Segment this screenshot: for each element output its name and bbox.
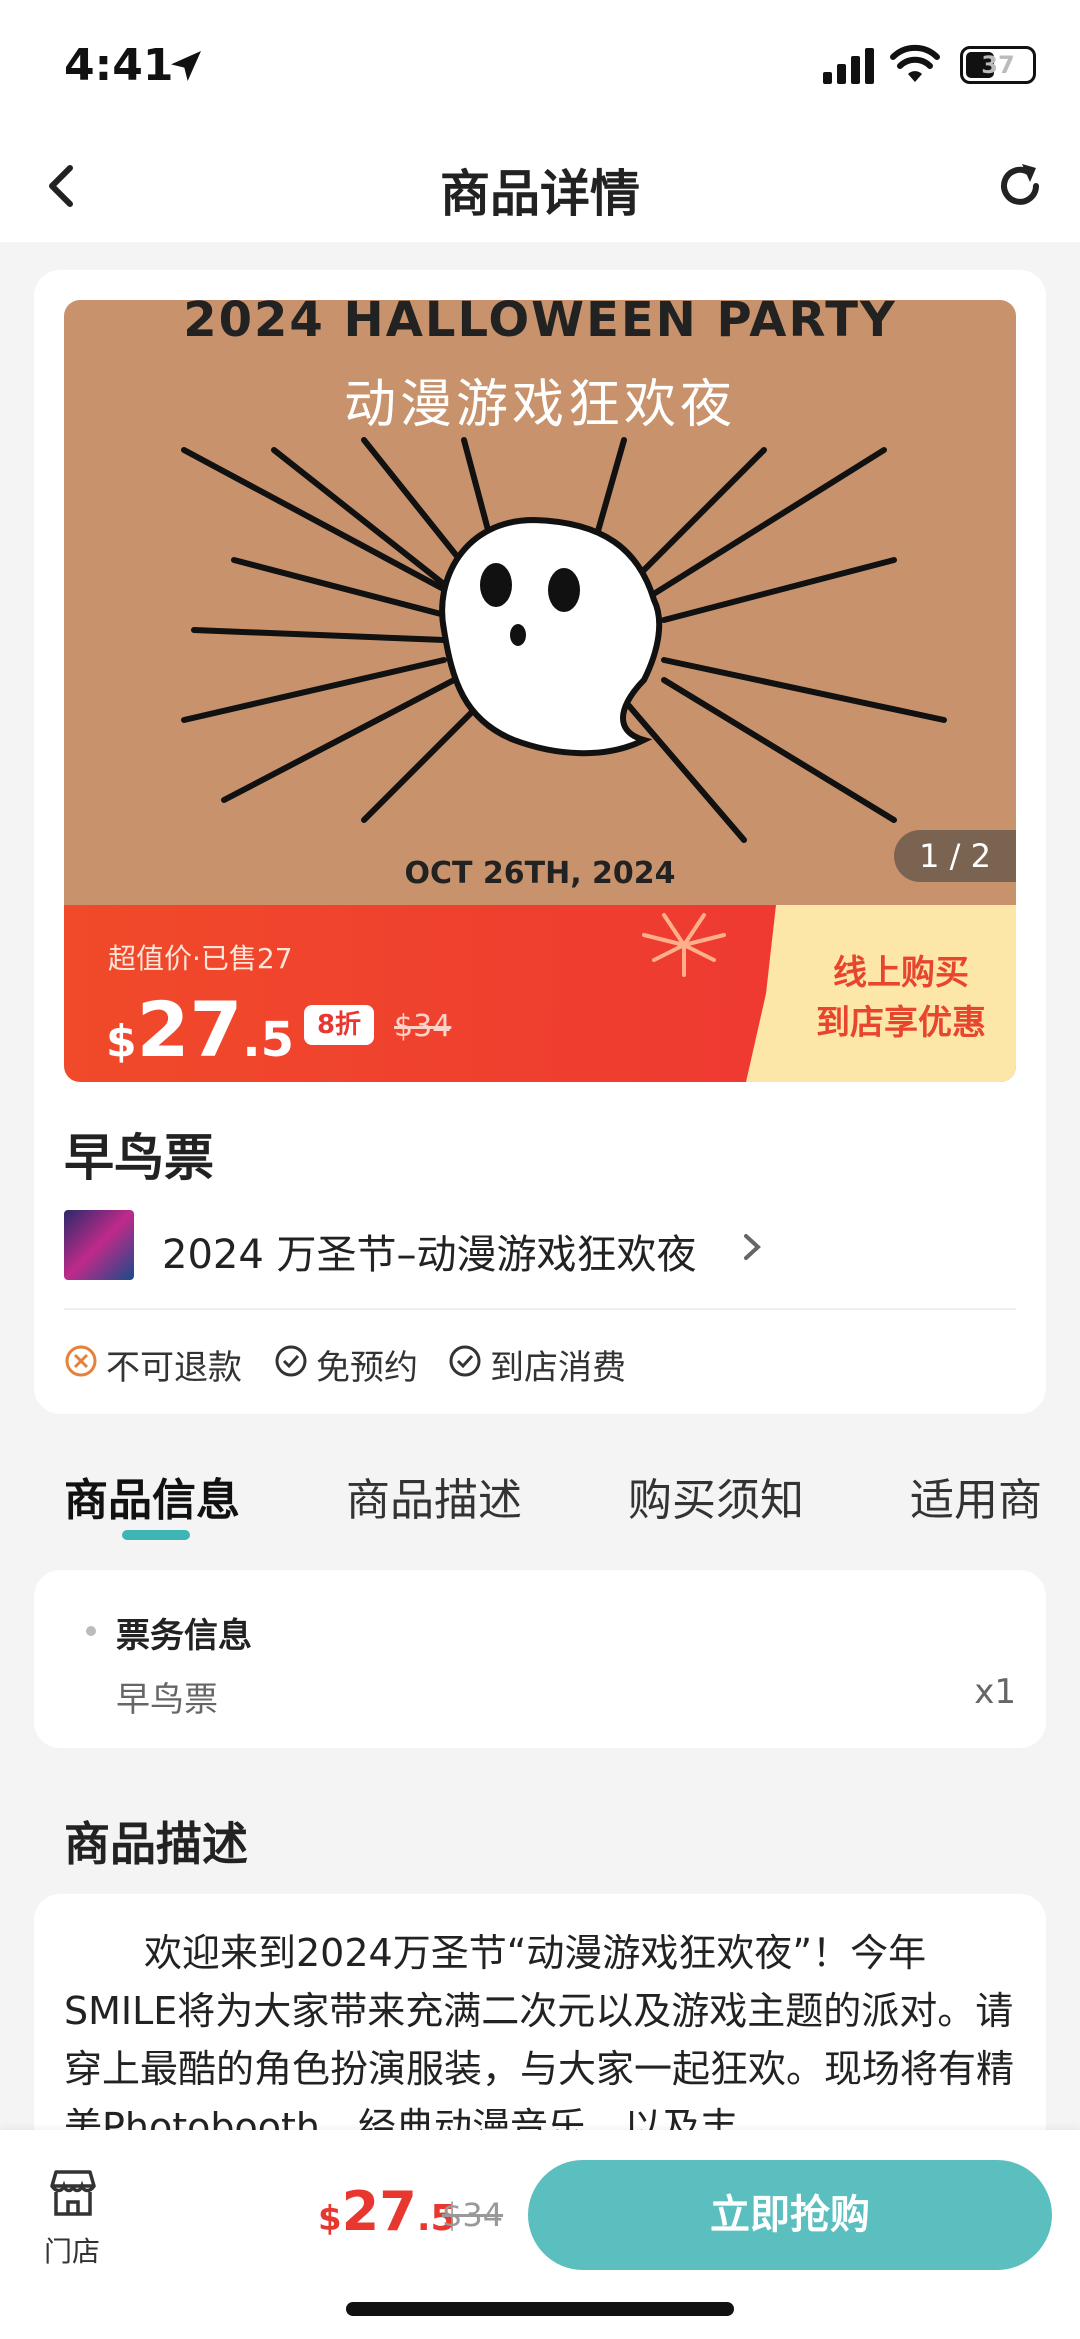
section-tabs: 商品信息 商品描述 购买须知 适用商	[0, 1450, 1080, 1540]
bottom-sale-price: $27.5	[318, 2180, 456, 2243]
chevron-right-icon	[744, 1234, 761, 1260]
ticket-info-card: 票务信息 早鸟票 x1	[34, 1570, 1046, 1748]
price-banner: 超值价·已售27 $27.5 8折 $34 线上购买 到店享优惠	[64, 905, 1016, 1082]
ticket-info-heading: 票务信息	[116, 1616, 252, 1656]
status-time: 4:41	[64, 40, 174, 91]
home-indicator	[346, 2302, 734, 2316]
image-counter: 1 / 2	[894, 830, 1016, 882]
divider	[64, 1308, 1016, 1310]
venue-name: 2024 万圣节–动漫游戏狂欢夜	[162, 1232, 697, 1278]
status-bar: 4:41 37	[0, 0, 1080, 130]
tab-purchase-notes[interactable]: 购买须知	[628, 1464, 804, 1528]
battery-level: 37	[981, 51, 1015, 79]
bullet-dot	[86, 1626, 96, 1636]
product-name: 早鸟票	[64, 1129, 214, 1187]
store-button[interactable]: 门店	[38, 2166, 106, 2276]
venue-link[interactable]: 2024 万圣节–动漫游戏狂欢夜	[64, 1210, 1016, 1282]
tab-applicable-stores[interactable]: 适用商	[910, 1464, 1042, 1528]
sale-price: $27.5	[106, 985, 295, 1074]
battery-icon: 37	[960, 46, 1036, 84]
promo-line-2: 到店享优惠	[816, 1003, 986, 1043]
x-circle-icon	[65, 1345, 97, 1377]
nav-bar: 商品详情	[0, 130, 1080, 242]
description-text: 欢迎来到2024万圣节“动漫游戏狂欢夜”！今年SMILE将为大家带来充满二次元以…	[64, 1931, 1015, 2149]
tab-product-info[interactable]: 商品信息	[64, 1464, 240, 1528]
page-title: 商品详情	[440, 165, 640, 223]
store-icon	[50, 2170, 96, 2216]
check-circle-icon	[449, 1345, 481, 1377]
bottom-action-bar: 门店 $27.5 $34 立即抢购	[0, 2130, 1080, 2339]
poster-title: 2024 HALLOWEEN PARTY	[183, 300, 897, 348]
price-label: 超值价·已售27	[108, 942, 293, 975]
firework-decoration-icon	[642, 913, 726, 977]
venue-thumbnail	[64, 1210, 134, 1280]
bottom-original-price: $34	[442, 2196, 504, 2234]
product-poster-image[interactable]: 2024 HALLOWEEN PARTY 动漫游戏狂欢夜 OCT 26TH, 2…	[64, 300, 1016, 905]
check-circle-icon	[275, 1345, 307, 1377]
active-tab-indicator	[122, 1530, 190, 1540]
buy-now-button[interactable]: 立即抢购	[528, 2160, 1052, 2270]
discount-badge: 8折	[304, 1005, 374, 1045]
refresh-icon[interactable]	[990, 156, 1050, 216]
location-arrow-icon	[171, 51, 201, 81]
promo-badge: 线上购买 到店享优惠	[746, 905, 1016, 1082]
wifi-icon	[890, 44, 940, 82]
original-price: $34	[394, 1009, 452, 1044]
poster-date: OCT 26TH, 2024	[404, 856, 676, 891]
ticket-quantity: x1	[974, 1672, 1016, 1712]
tab-product-description[interactable]: 商品描述	[346, 1464, 522, 1528]
store-label: 门店	[43, 2235, 100, 2268]
poster-subtitle: 动漫游戏狂欢夜	[343, 375, 736, 435]
cellular-signal-icon	[823, 48, 874, 84]
ticket-item-name: 早鸟票	[116, 1680, 218, 1720]
description-title: 商品描述	[64, 1817, 248, 1871]
promo-line-1: 线上购买	[833, 953, 969, 993]
product-card: 2024 HALLOWEEN PARTY 动漫游戏狂欢夜 OCT 26TH, 2…	[34, 270, 1046, 1414]
